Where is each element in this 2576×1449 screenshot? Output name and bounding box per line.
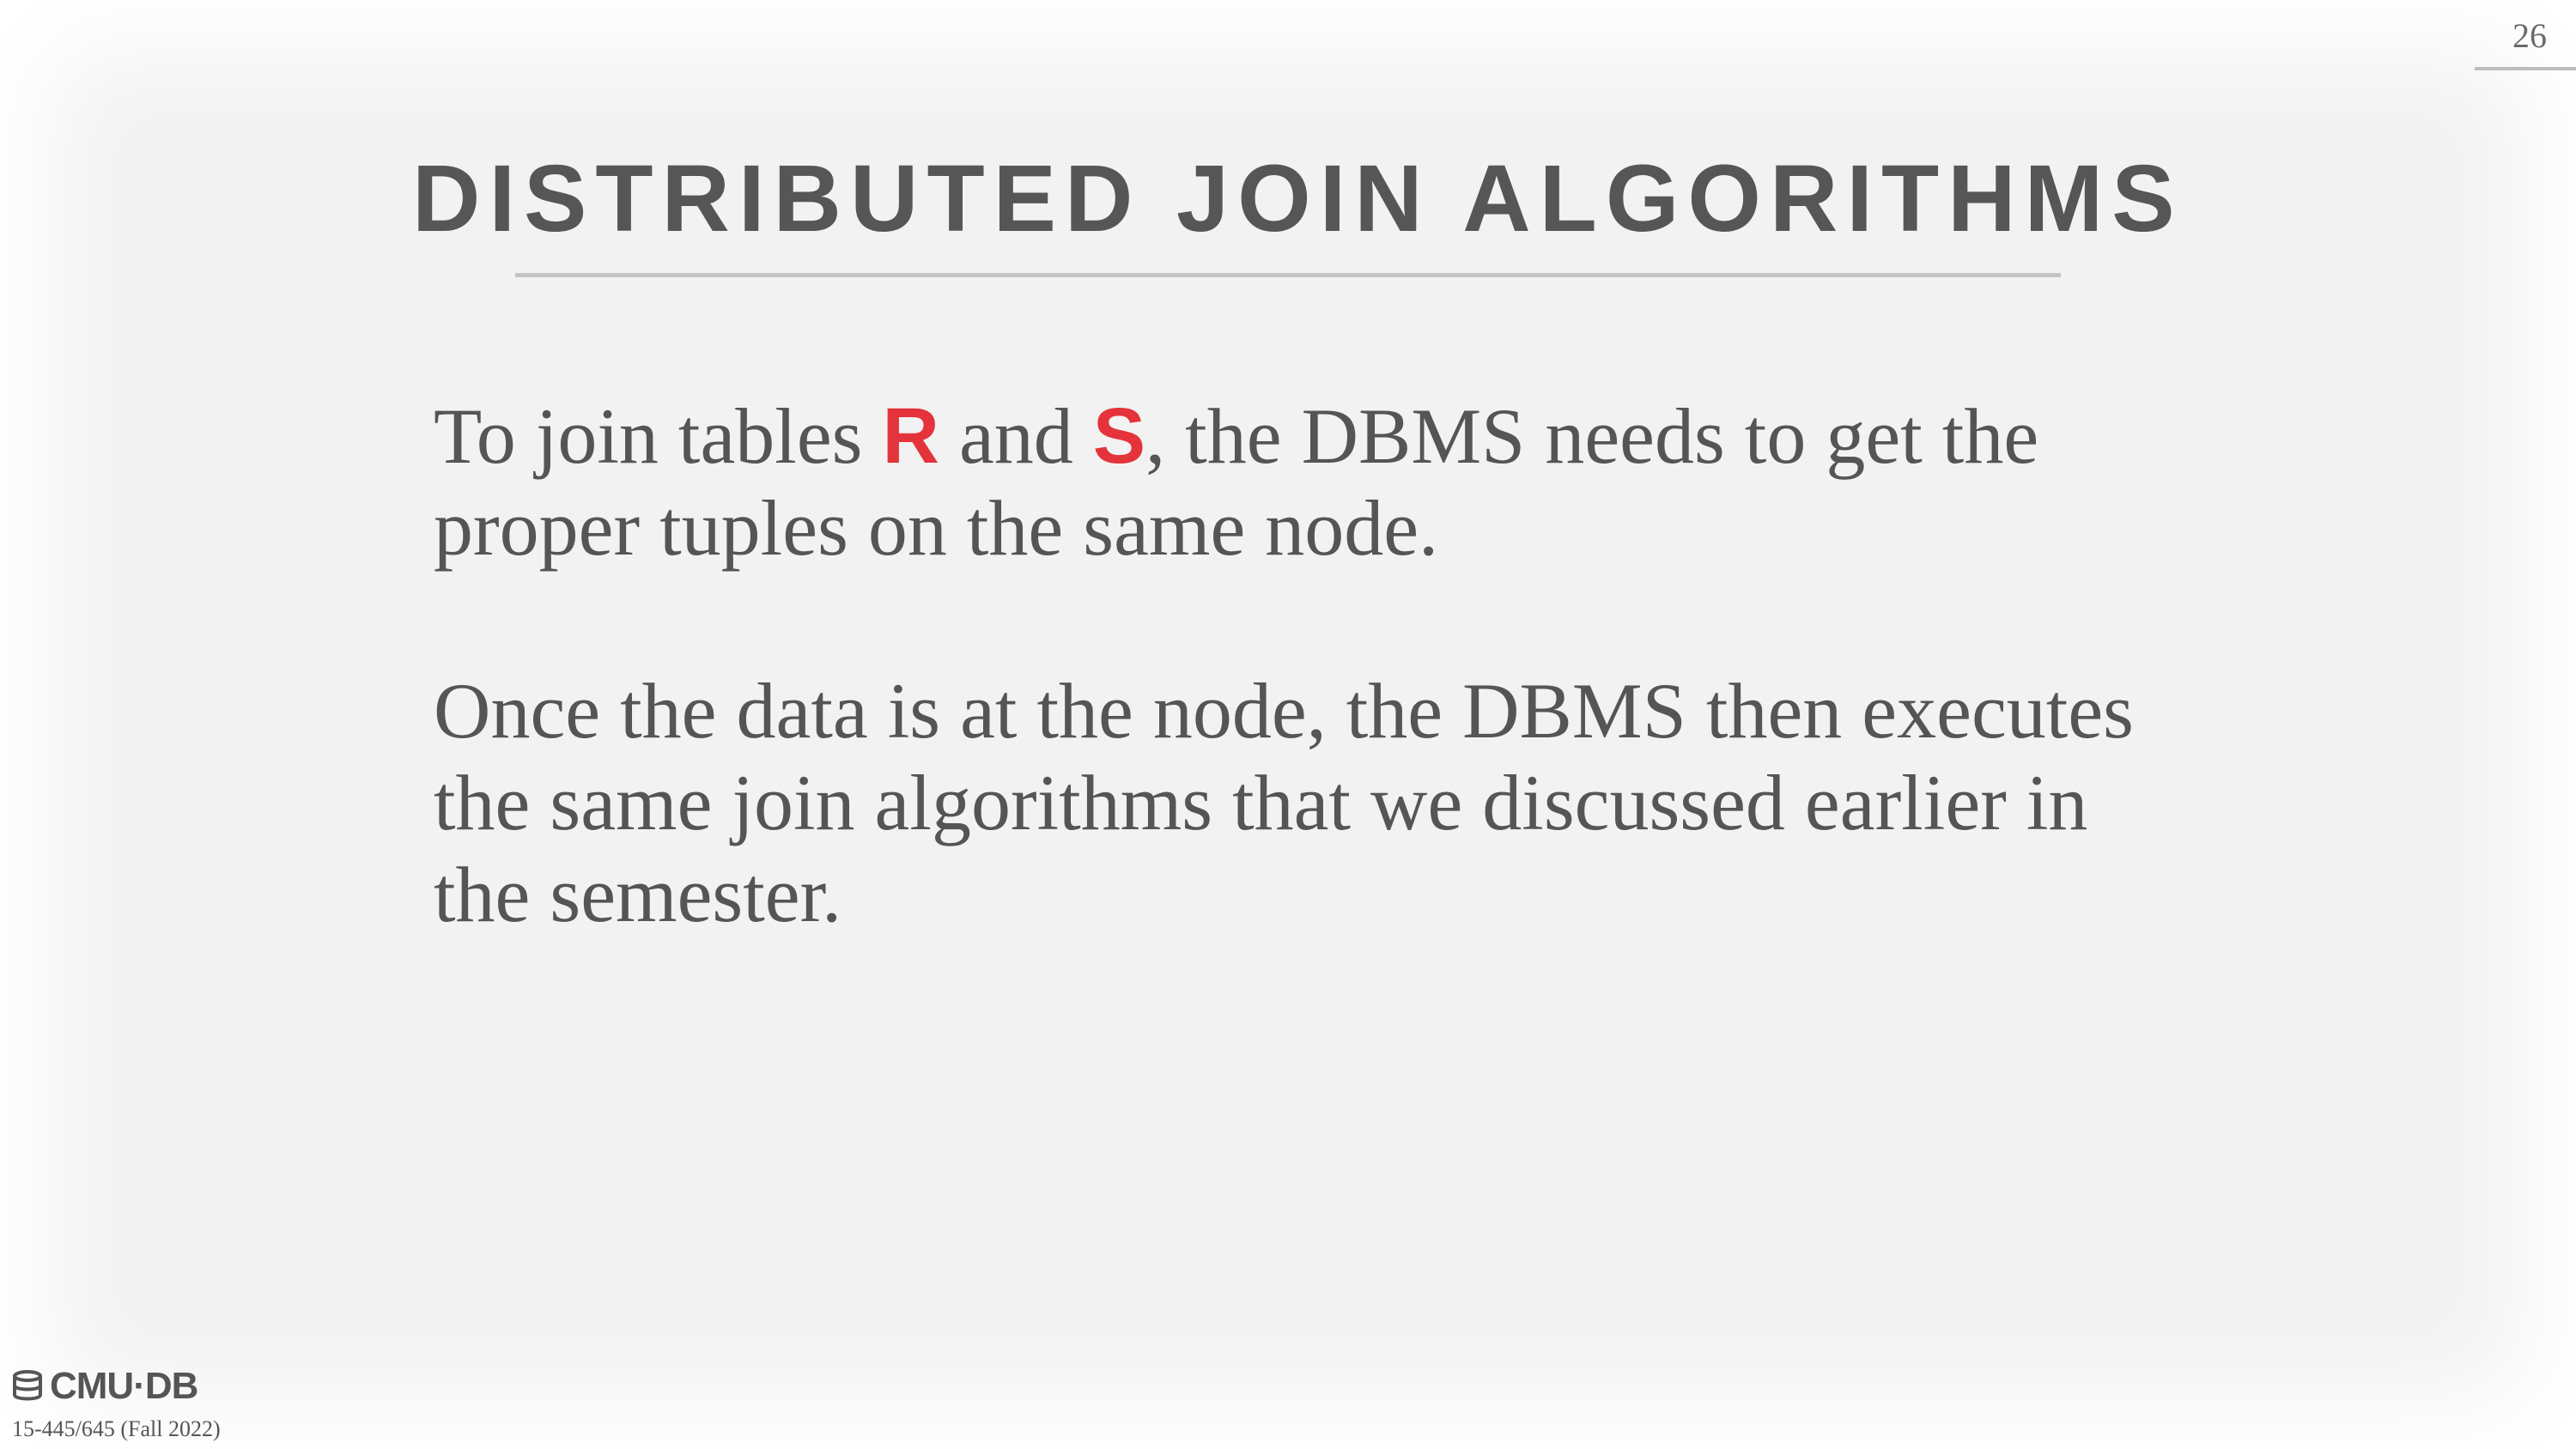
cmu-db-logo: CMU·DB bbox=[10, 1365, 198, 1408]
paragraph-join-execution: Once the data is at the node, the DBMS t… bbox=[434, 667, 2134, 938]
paragraph-join-requirement: To join tables R and S, the DBMS needs t… bbox=[434, 391, 2168, 574]
database-icon bbox=[13, 1370, 42, 1401]
paragraph-text: To join tables bbox=[434, 392, 883, 480]
slide: 26 DISTRIBUTED JOIN ALGORITHMS To join t… bbox=[0, 0, 2576, 1449]
course-label: 15-445/645 (Fall 2022) bbox=[12, 1416, 221, 1441]
page-number: 26 bbox=[2512, 16, 2547, 55]
slide-title: DISTRIBUTED JOIN ALGORITHMS bbox=[412, 146, 2184, 252]
title-divider bbox=[515, 273, 2061, 277]
table-r-label: R bbox=[882, 392, 939, 480]
logo-text: CMU·DB bbox=[50, 1365, 198, 1407]
page-number-divider bbox=[2475, 67, 2576, 70]
slide-body: To join tables R and S, the DBMS needs t… bbox=[434, 391, 2168, 1032]
table-s-label: S bbox=[1092, 392, 1146, 480]
paragraph-text: and bbox=[939, 392, 1093, 480]
